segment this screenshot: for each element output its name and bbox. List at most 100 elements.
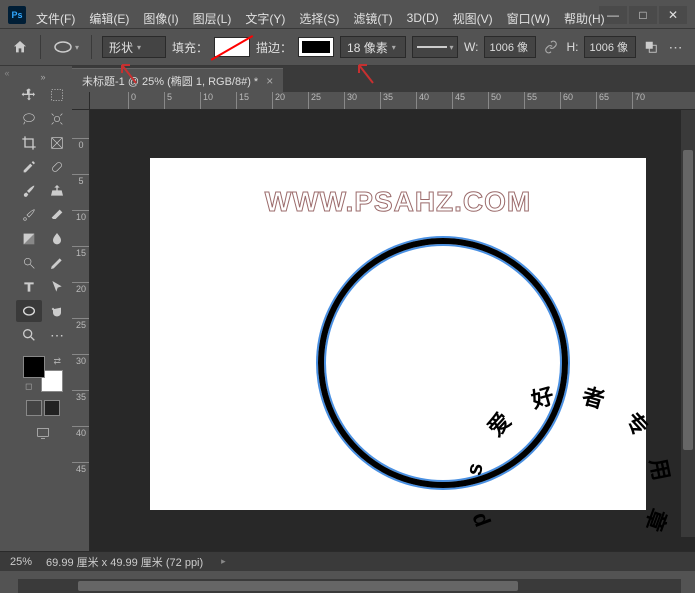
- ruler-corner: [72, 92, 90, 110]
- tool-mode-label: 形状: [109, 39, 133, 56]
- hand-tool[interactable]: [44, 300, 70, 322]
- swap-colors-icon[interactable]: ⇄: [53, 356, 61, 367]
- default-colors-icon[interactable]: ◻: [25, 381, 32, 392]
- ruler-tick: 30: [344, 92, 357, 110]
- menu-layer[interactable]: 图层(L): [187, 8, 238, 29]
- zoom-level[interactable]: 25%: [10, 556, 32, 568]
- quickmask-mode-button[interactable]: [44, 400, 60, 416]
- ruler-tick: 35: [380, 92, 393, 110]
- menu-select[interactable]: 选择(S): [293, 8, 345, 29]
- gradient-tool[interactable]: [16, 228, 42, 250]
- healing-tool[interactable]: [44, 156, 70, 178]
- zoom-tool[interactable]: [16, 324, 42, 346]
- options-bar: ▾ 形状 ▾ 填充： 描边： 18 像素 ▾ ▾ W: H: ⋯: [0, 28, 695, 66]
- main-area: « » ⋯ ⇄: [0, 66, 695, 551]
- ruler-tick: 5: [72, 174, 90, 186]
- collapse-handle[interactable]: «: [0, 66, 14, 551]
- menu-window[interactable]: 窗口(W): [501, 8, 556, 29]
- ruler-tick: 65: [596, 92, 609, 110]
- type-tool[interactable]: [16, 276, 42, 298]
- path-operations-icon[interactable]: [642, 38, 660, 56]
- shape-ellipse-icon[interactable]: ▾: [51, 36, 81, 58]
- eyedropper-tool[interactable]: [16, 156, 42, 178]
- menu-image[interactable]: 图像(I): [137, 8, 184, 29]
- dodge-tool[interactable]: [16, 252, 42, 274]
- ruler-tick: 40: [416, 92, 429, 110]
- menu-view[interactable]: 视图(V): [447, 8, 499, 29]
- more-options-icon[interactable]: ⋯: [666, 38, 684, 56]
- quick-select-tool[interactable]: [44, 108, 70, 130]
- ruler-tick: 60: [560, 92, 573, 110]
- expand-arrow-icon[interactable]: »: [40, 72, 45, 82]
- scrollbar-vertical[interactable]: [681, 110, 695, 537]
- arc-char: 用: [643, 455, 679, 483]
- lasso-tool[interactable]: [16, 108, 42, 130]
- ruler-vertical[interactable]: 051015202530354045: [72, 110, 90, 551]
- screen-mode-button[interactable]: [30, 422, 56, 444]
- frame-tool[interactable]: [44, 132, 70, 154]
- separator: [40, 35, 41, 59]
- ruler-tick: 20: [72, 282, 90, 294]
- arc-char: 章: [638, 505, 676, 537]
- height-label: H:: [566, 40, 578, 54]
- close-tab-icon[interactable]: ×: [266, 74, 273, 88]
- brush-tool[interactable]: [16, 180, 42, 202]
- document-tab[interactable]: 未标题-1 @ 25% (椭圆 1, RGB/8#) * ×: [72, 68, 283, 92]
- separator: [91, 35, 92, 59]
- fill-color-swatch[interactable]: [214, 37, 250, 57]
- arc-char: s: [461, 461, 489, 478]
- crop-tool[interactable]: [16, 132, 42, 154]
- ellipse-shape-tool[interactable]: [16, 300, 42, 322]
- foreground-color[interactable]: [23, 356, 45, 378]
- stroke-width-value: 18 像素: [347, 39, 388, 56]
- ruler-tick: 10: [72, 210, 90, 222]
- ruler-tick: 45: [72, 462, 90, 474]
- ruler-tick: 70: [632, 92, 645, 110]
- history-brush-tool[interactable]: [16, 204, 42, 226]
- stroke-color-swatch[interactable]: [298, 37, 334, 57]
- scrollbar-horizontal[interactable]: [18, 579, 681, 593]
- ruler-tick: 25: [72, 318, 90, 330]
- menu-type[interactable]: 文字(Y): [239, 8, 291, 29]
- maximize-button[interactable]: □: [629, 6, 657, 24]
- path-select-tool[interactable]: [44, 276, 70, 298]
- menu-bar: 文件(F) 编辑(E) 图像(I) 图层(L) 文字(Y) 选择(S) 滤镜(T…: [0, 8, 695, 28]
- stroke-width-dropdown[interactable]: 18 像素 ▾: [340, 36, 406, 58]
- close-button[interactable]: ✕: [659, 6, 687, 24]
- color-picker[interactable]: ⇄ ◻: [23, 356, 63, 392]
- arc-text-path[interactable]: ps爱好者专用章: [318, 238, 568, 488]
- clone-stamp-tool[interactable]: [44, 180, 70, 202]
- menu-3d[interactable]: 3D(D): [401, 9, 445, 27]
- app-logo: Ps: [8, 6, 26, 24]
- ruler-tick: 30: [72, 354, 90, 366]
- home-icon[interactable]: [10, 37, 30, 57]
- ruler-tick: 15: [236, 92, 249, 110]
- link-icon[interactable]: [542, 38, 560, 56]
- menu-edit[interactable]: 编辑(E): [83, 8, 135, 29]
- standard-mode-button[interactable]: [26, 400, 42, 416]
- stroke-style-dropdown[interactable]: ▾: [412, 36, 458, 58]
- canvas-viewport[interactable]: WWW.PSAHZ.COM ps爱好者专用章: [90, 110, 695, 551]
- ruler-tick: 5: [164, 92, 172, 110]
- arc-char: 专: [618, 404, 656, 442]
- height-input[interactable]: [584, 36, 636, 58]
- marquee-tool[interactable]: [44, 84, 70, 106]
- move-tool[interactable]: [16, 84, 42, 106]
- edit-toolbar[interactable]: ⋯: [44, 324, 70, 346]
- canvas[interactable]: WWW.PSAHZ.COM ps爱好者专用章: [150, 158, 646, 510]
- blur-tool[interactable]: [44, 228, 70, 250]
- ruler-tick: 10: [200, 92, 213, 110]
- menu-help[interactable]: 帮助(H): [558, 8, 611, 29]
- width-input[interactable]: [484, 36, 536, 58]
- watermark-text: WWW.PSAHZ.COM: [150, 186, 646, 218]
- chevron-right-icon[interactable]: ▸: [221, 556, 226, 567]
- eraser-tool[interactable]: [44, 204, 70, 226]
- document-info[interactable]: 69.99 厘米 x 49.99 厘米 (72 ppi): [46, 554, 203, 570]
- pen-tool[interactable]: [44, 252, 70, 274]
- tool-mode-dropdown[interactable]: 形状 ▾: [102, 36, 166, 58]
- menu-file[interactable]: 文件(F): [30, 8, 81, 29]
- ruler-tick: 25: [308, 92, 321, 110]
- ruler-horizontal[interactable]: 0510152025303540455055606570: [90, 92, 695, 110]
- menu-filter[interactable]: 滤镜(T): [347, 8, 398, 29]
- arc-char: 好: [527, 378, 557, 415]
